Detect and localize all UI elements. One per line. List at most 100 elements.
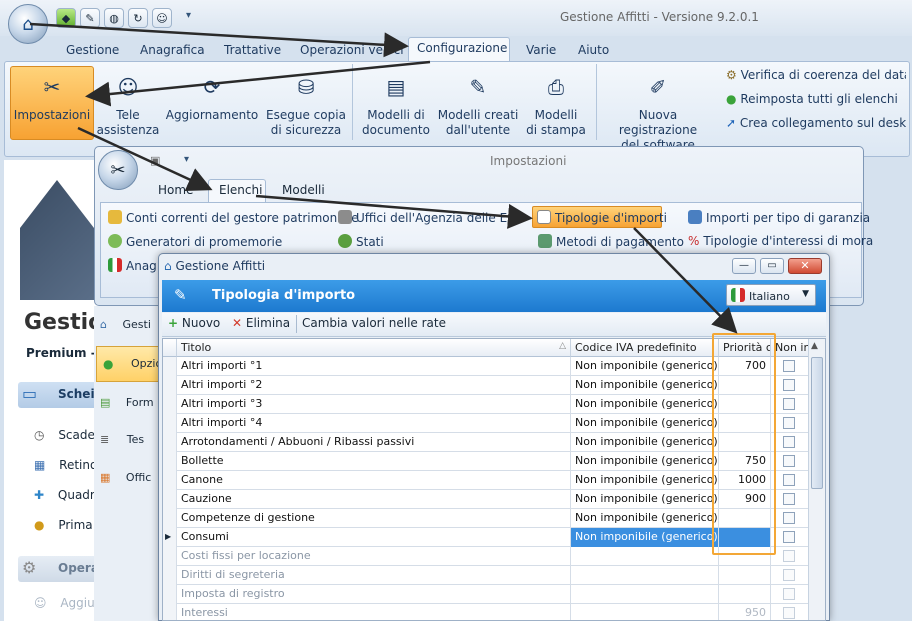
aggiornamento-button[interactable]: ⟳ Aggiornamento (164, 70, 260, 123)
cell-titolo[interactable]: Diritti di segreteria (177, 566, 571, 585)
checkbox-non-inc[interactable] (783, 550, 795, 562)
row-header[interactable] (163, 566, 177, 585)
cell-codice[interactable]: Non imponibile (generico) (571, 509, 719, 528)
cell-titolo[interactable]: Cauzione (177, 490, 571, 509)
row-header[interactable] (163, 414, 177, 433)
cell-codice[interactable]: Non imponibile (generico) (571, 471, 719, 490)
cell-codice[interactable]: Non imponibile (generico) (571, 452, 719, 471)
imp-tab-elenchi[interactable]: Elenchi (208, 179, 266, 203)
table-row[interactable]: Altri importi °4 Non imponibile (generico… (163, 414, 808, 433)
imp-quick-save-icon[interactable]: ▣ (150, 154, 160, 167)
row-header[interactable] (163, 433, 177, 452)
table-row[interactable]: Altri importi °2 Non imponibile (generico… (163, 376, 808, 395)
stati-link[interactable]: Stati (338, 234, 384, 249)
cell-titolo[interactable]: Costi fissi per locazione (177, 547, 571, 566)
sidebar-item-retino[interactable]: ▦ Retino (34, 458, 97, 472)
generatori-promemorie-link[interactable]: Generatori di promemorie (108, 234, 282, 249)
maximize-button[interactable]: ▭ (760, 258, 784, 274)
impostazioni-button-content[interactable]: ✂ Impostazioni (10, 70, 94, 123)
column-header-titolo[interactable]: Titolo △ (177, 339, 571, 357)
tab-anagrafica[interactable]: Anagrafica (134, 40, 211, 62)
cambia-valori-button[interactable]: Cambia valori nelle rate (302, 316, 446, 330)
metodi-pagamento-link[interactable]: Metodi di pagamento (538, 234, 684, 249)
crea-collegamento-link[interactable]: ➚ Crea collegamento sul desktop (726, 116, 906, 130)
checkbox-non-inc[interactable] (783, 607, 795, 619)
table-row[interactable]: Altri importi °1 Non imponibile (generico… (163, 357, 808, 376)
tab-trattative[interactable]: Trattative (218, 40, 287, 62)
table-row[interactable]: Altri importi °3 Non imponibile (generico… (163, 395, 808, 414)
imp-side-item-opzio[interactable]: ● Opzio (96, 346, 162, 382)
cell-titolo[interactable]: Altri importi °4 (177, 414, 571, 433)
tab-aiuto[interactable]: Aiuto (572, 40, 615, 62)
imp-quick-dropdown-icon[interactable]: ▾ (184, 154, 189, 165)
cell-priorita[interactable] (719, 395, 771, 414)
anag-link[interactable]: Anag (108, 258, 157, 273)
copia-sicurezza-button[interactable]: ⛁ Esegue copia di sicurezza (264, 70, 348, 138)
cell-codice[interactable] (571, 566, 719, 585)
cell-titolo[interactable]: Arrotondamenti / Abbuoni / Ribassi passi… (177, 433, 571, 452)
cell-titolo[interactable]: Altri importi °1 (177, 357, 571, 376)
sidebar-item-scade[interactable]: ◷ Scade (34, 428, 95, 442)
table-row[interactable]: ▶ Consumi Non imponibile (generico) (163, 528, 808, 547)
conti-correnti-link[interactable]: Conti correnti del gestore patrimoniale (108, 210, 359, 225)
cell-titolo[interactable]: Altri importi °2 (177, 376, 571, 395)
cell-priorita[interactable] (719, 585, 771, 604)
table-row[interactable]: Imposta di registro (163, 585, 808, 604)
checkbox-non-inc[interactable] (783, 474, 795, 486)
scroll-thumb[interactable] (811, 357, 823, 489)
imp-side-item-gesti[interactable]: ⌂ Gesti (100, 318, 151, 331)
cell-titolo[interactable]: Altri importi °3 (177, 395, 571, 414)
checkbox-non-inc[interactable] (783, 455, 795, 467)
checkbox-non-inc[interactable] (783, 569, 795, 581)
table-row[interactable]: Canone Non imponibile (generico) 1000 (163, 471, 808, 490)
cell-priorita[interactable]: 700 (719, 357, 771, 376)
checkbox-non-inc[interactable] (783, 531, 795, 543)
verifica-coerenza-link[interactable]: ⚙ Verifica di coerenza del databa (726, 68, 906, 82)
uffici-agenzia-link[interactable]: Uffici dell'Agenzia delle Entrate (338, 210, 522, 225)
language-select[interactable]: Italiano ▼ (726, 284, 816, 306)
checkbox-non-inc[interactable] (783, 398, 795, 410)
quick-access-edit-icon[interactable]: ✎ (80, 8, 100, 28)
checkbox-non-inc[interactable] (783, 493, 795, 505)
modelli-stampa-button[interactable]: ⎙ Modelli di stampa (524, 70, 588, 138)
scroll-up-icon[interactable]: ▲ (811, 341, 818, 351)
tab-operazioni-veloci[interactable]: Operazioni veloci (294, 40, 410, 62)
sidebar-item-aggiu[interactable]: ☺ Aggiu (34, 596, 95, 610)
cell-priorita[interactable]: 950 (719, 604, 771, 620)
cell-codice[interactable]: Non imponibile (generico) (571, 357, 719, 376)
teleassistenza-button[interactable]: ☺ Tele assistenza (96, 70, 160, 138)
tab-gestione[interactable]: Gestione (60, 40, 125, 62)
cell-priorita[interactable] (719, 547, 771, 566)
modelli-documento-button[interactable]: ▤ Modelli di documento (360, 70, 432, 138)
column-header-priorita[interactable]: Priorità ca (719, 339, 771, 357)
tab-configurazione[interactable]: Configurazione (408, 37, 510, 62)
checkbox-non-inc[interactable] (783, 512, 795, 524)
modelli-utente-button[interactable]: ✎ Modelli creati dall'utente (436, 70, 520, 138)
cell-priorita[interactable]: 750 (719, 452, 771, 471)
app-menu-button[interactable]: ⌂ (8, 4, 48, 44)
minimize-button[interactable]: — (732, 258, 756, 274)
checkbox-non-inc[interactable] (783, 588, 795, 600)
cell-priorita[interactable] (719, 566, 771, 585)
imp-tab-modelli[interactable]: Modelli (282, 183, 325, 197)
quick-access-dropdown-icon[interactable]: ▾ (186, 10, 191, 21)
cell-codice[interactable]: Non imponibile (generico) (571, 376, 719, 395)
row-header[interactable] (163, 585, 177, 604)
impostazioni-menu-button[interactable]: ✂ (98, 150, 138, 190)
quick-access-refresh-icon[interactable]: ↻ (128, 8, 148, 28)
column-header-codice[interactable]: Codice IVA predefinito (571, 339, 719, 357)
nuova-registrazione-button[interactable]: ✐ Nuova registrazione del software (602, 70, 714, 153)
table-row[interactable]: Competenze di gestione Non imponibile (ge… (163, 509, 808, 528)
cell-codice[interactable]: Non imponibile (generico) (571, 395, 719, 414)
cell-codice[interactable] (571, 547, 719, 566)
sidebar-item-quadri[interactable]: ✚ Quadri (34, 488, 98, 502)
table-row[interactable]: Costi fissi per locazione (163, 547, 808, 566)
checkbox-non-inc[interactable] (783, 360, 795, 372)
interessi-mora-link[interactable]: % Tipologie d'interessi di mora (688, 234, 873, 248)
cell-titolo[interactable]: Interessi (177, 604, 571, 620)
table-row[interactable]: Diritti di segreteria (163, 566, 808, 585)
cell-priorita[interactable] (719, 376, 771, 395)
row-header[interactable] (163, 376, 177, 395)
close-button[interactable]: ✕ (788, 258, 822, 274)
row-header[interactable] (163, 547, 177, 566)
